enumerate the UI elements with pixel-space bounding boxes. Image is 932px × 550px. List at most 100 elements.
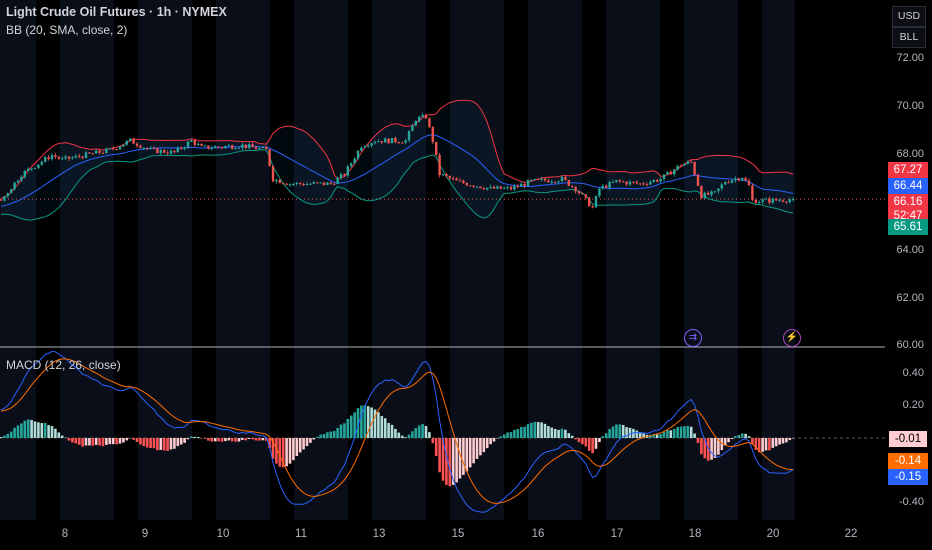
candle-body [207,145,210,149]
candle-body [122,144,125,147]
date-tick: 8 [61,528,69,540]
candle-body [455,178,458,181]
histogram-bar [523,426,526,438]
date-tick: 20 [766,528,780,540]
candle-body [6,193,9,197]
candle-body [652,179,655,182]
candle-body [724,182,727,185]
macd-legend[interactable]: MACD (12, 26, close) [6,358,121,372]
candle-body [380,141,383,143]
candle-body [475,186,479,188]
chart-canvas[interactable] [0,0,932,550]
candle-body [686,161,689,164]
date-tick: 18 [688,528,702,540]
histogram-bar [13,427,16,438]
candle-body [615,180,618,182]
candle-body [656,179,659,182]
histogram-bar [659,434,662,438]
histogram-bar [132,438,135,440]
histogram-bar [152,438,156,449]
candle-body [489,186,492,188]
candle-body [234,148,237,150]
symbol-title[interactable]: Light Crude Oil Futures · 1h · NYMEX [6,5,227,19]
candle-body [166,152,169,154]
candle-body [125,140,128,145]
candle-body [353,158,356,164]
date-tick: 10 [216,528,230,540]
candle-body [550,181,553,183]
histogram-bar [472,438,475,464]
histogram-bar [502,434,506,438]
candle [567,179,570,187]
candle-body [305,184,309,186]
candle-body [435,141,438,156]
unit-button[interactable]: BLL [892,27,926,48]
arrows-icon[interactable]: ⇉ [684,329,702,347]
candle-body [118,146,122,150]
candle-body [509,187,513,190]
macd-tick: -0.40 [898,496,924,508]
candle-body [785,201,788,203]
histogram-bar [475,438,479,459]
histogram-bar [543,423,547,438]
candle-body [530,179,533,181]
histogram-bar [207,438,210,441]
candle [33,167,37,169]
histogram-bar [696,438,700,443]
histogram-bar [224,438,227,442]
histogram-bar [635,430,639,438]
price-tick: 72.00 [896,52,924,64]
candle-body [594,195,598,208]
histogram-bar [169,438,173,450]
histogram-bar [305,438,309,447]
candle-body [390,137,394,144]
candle-body [428,118,431,128]
bb-legend[interactable]: BB (20, SMA, close, 2) [6,23,127,37]
candle-body [282,183,285,185]
candle-body [3,196,6,201]
candle-body [0,199,3,201]
candle-body [312,182,315,184]
histogram-bar [785,438,788,443]
candle [693,161,696,176]
session-break-band [192,0,216,520]
lightning-icon[interactable]: ⚡ [783,329,801,347]
candle-body [458,180,462,182]
candle-body [547,180,550,183]
candle-body [751,185,754,200]
histogram-bar [662,431,666,438]
candle-body [214,146,217,149]
candle-body [81,156,84,159]
candle [10,188,13,194]
candle-body [363,146,366,148]
date-tick: 16 [531,528,545,540]
candle-body [241,144,244,148]
histogram-bar [519,426,523,438]
date-tick: 22 [844,528,858,540]
histogram-bar [791,438,795,439]
histogram-bar [3,435,6,438]
candle-body [339,174,343,178]
candle-body [683,163,686,166]
candle-body [197,144,200,146]
candle [435,141,438,156]
histogram-bar [50,426,54,438]
histogram-bar [611,426,615,438]
candle-body [384,138,387,143]
histogram-bar [40,423,44,438]
histogram-bar [462,438,465,475]
histogram-bar [679,426,683,438]
candle-body [781,200,785,202]
histogram-bar [584,438,588,447]
candle-body [554,181,557,183]
candle [696,173,700,187]
histogram-bar [550,427,554,438]
histogram-bar [176,438,180,447]
candle-body [775,198,778,201]
histogram-bar [400,435,404,438]
candle-body [129,138,132,141]
candle-body [299,182,302,184]
currency-button[interactable]: USD [892,6,926,27]
histogram-bar [424,425,428,438]
candle-body [173,150,176,153]
